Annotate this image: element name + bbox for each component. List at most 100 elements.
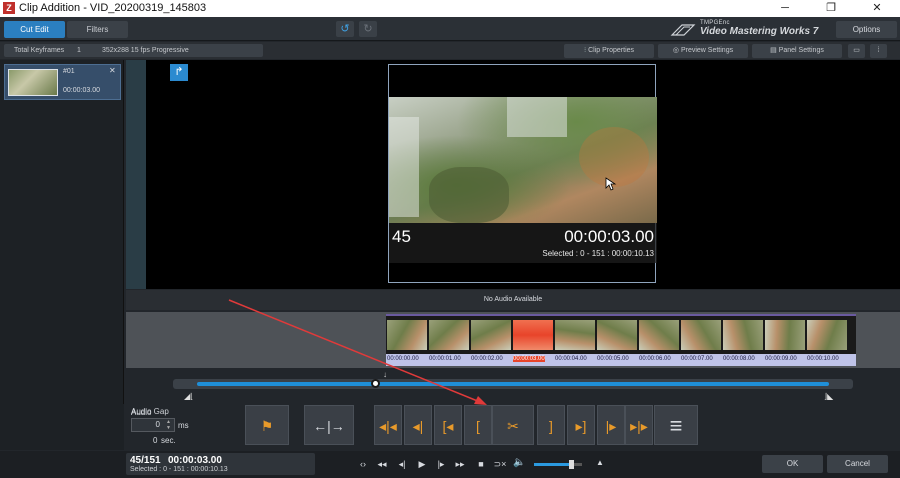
bottom-bar: 45/151 00:00:03.00 Selected : 0 - 151 : … — [0, 451, 900, 478]
split-button[interactable]: ←|→ — [304, 405, 354, 445]
filmstrip[interactable] — [386, 314, 856, 354]
go-start-button[interactable]: [◂ — [434, 405, 462, 445]
selection-range — [197, 382, 829, 386]
viewer-selected-range: Selected : 0 - 151 : 00:00:10.13 — [542, 249, 654, 258]
undo-icon: ↺ — [340, 23, 350, 35]
filmstrip-frame[interactable] — [471, 320, 511, 350]
video-image — [389, 97, 657, 223]
go-end-button[interactable]: ▸] — [567, 405, 595, 445]
minimize-button[interactable]: ─ — [762, 0, 808, 17]
filmstrip-frame[interactable] — [807, 320, 847, 350]
timeline-timecode: 00:00:08.00 — [723, 356, 755, 362]
filmstrip-frame[interactable] — [681, 320, 721, 350]
timeline-timecode: 00:00:07.00 — [681, 356, 713, 362]
tab-cut-edit[interactable]: Cut Edit — [4, 21, 65, 38]
rewind-button[interactable]: ◂◂ — [374, 458, 390, 471]
preview-icon: ◎ — [672, 47, 681, 54]
top-toolbar: Cut Edit Filters ↺ ↻ TMPGEnc Video Maste… — [0, 17, 900, 41]
keyframes-value: 1 — [77, 47, 81, 54]
edit-controls: ⚑ ←|→ ◂|◂ ◂| [◂[✂] ▸] |▸ ▸|▸ ≡ — [126, 404, 900, 450]
range-end-handle[interactable]: ⌋◣ — [824, 392, 833, 401]
playhead-indicator-icon: ↓ — [383, 370, 387, 379]
volume-slider[interactable] — [534, 460, 582, 469]
clip-properties-label: Clip Properties — [588, 47, 635, 54]
menu-button[interactable]: ≡ — [654, 405, 698, 445]
loop-button[interactable]: ‹› — [355, 458, 371, 471]
volume-up-icon[interactable]: ▲ — [596, 458, 604, 467]
clip-item[interactable]: #01 00:00:03.00 ✕ — [4, 64, 121, 100]
timeline-timecode: 00:00:03.00 — [513, 356, 545, 362]
timeline-timecode: 00:00:10.00 — [807, 356, 839, 362]
preview-settings-button[interactable]: ◎ Preview Settings — [658, 44, 748, 58]
next-cut-button[interactable]: ▸|▸ — [625, 405, 653, 445]
close-button[interactable]: ✕ — [854, 0, 900, 17]
repeat-button[interactable]: ⊃× — [492, 458, 508, 471]
prev-cut-button[interactable]: ◂|◂ — [374, 405, 402, 445]
filmstrip-frame[interactable] — [555, 320, 595, 350]
video-format: 352x288 15 fps Progressive — [102, 47, 189, 54]
range-start-handle[interactable]: ◢⌊ — [184, 392, 193, 401]
set-start-button[interactable]: [ — [464, 405, 492, 445]
marker-flag-icon[interactable]: ↱ — [170, 64, 188, 81]
next-frame-button[interactable]: |▸ — [597, 405, 625, 445]
filmstrip-frame[interactable] — [513, 320, 553, 350]
ok-button[interactable]: OK — [762, 455, 823, 473]
volume-icon[interactable]: 🔈 — [513, 457, 525, 468]
scrub-handle[interactable] — [371, 379, 381, 388]
chapter-flag-button[interactable]: ⚑ — [245, 405, 289, 445]
set-end-button[interactable]: ] — [537, 405, 565, 445]
step-forward-button[interactable]: |▸ — [433, 458, 449, 471]
audio-gap-panel: Audio Gap — [0, 404, 151, 450]
preview-settings-label: Preview Settings — [680, 47, 734, 54]
mouse-cursor-icon — [605, 177, 617, 191]
play-button[interactable]: ▶ — [414, 458, 430, 471]
timeline-timecode: 00:00:01.00 — [429, 356, 461, 362]
tab-filters[interactable]: Filters — [67, 21, 128, 38]
maximize-button[interactable]: ❐ — [808, 0, 854, 17]
timeline-timecode: 00:00:04.00 — [555, 356, 587, 362]
fast-forward-button[interactable]: ▸▸ — [452, 458, 468, 471]
more-button[interactable]: ⁞ — [870, 44, 887, 58]
window-title: Clip Addition - VID_20200319_145803 — [19, 2, 207, 14]
panel-settings-button[interactable]: ▤ Panel Settings — [752, 44, 842, 58]
redo-button[interactable]: ↻ — [359, 21, 377, 37]
clip-properties-button[interactable]: ⁝ Clip Properties — [564, 44, 654, 58]
scrub-area: ↓ ◢⌊ ⌋◣ — [126, 370, 900, 403]
clip-duration: 00:00:03.00 — [63, 87, 100, 94]
clip-thumbnail — [8, 69, 58, 96]
stop-button[interactable]: ■ — [473, 458, 489, 471]
filmstrip-frame[interactable] — [429, 320, 469, 350]
filmstrip-frame[interactable] — [597, 320, 637, 350]
audio-status-bar: No Audio Available — [126, 290, 900, 310]
options-button[interactable]: Options — [836, 21, 897, 38]
scrub-track[interactable] — [173, 379, 853, 389]
timeline-timecode: 00:00:05.00 — [597, 356, 629, 362]
prev-frame-button[interactable]: ◂| — [404, 405, 432, 445]
timeline-timecode: 00:00:06.00 — [639, 356, 671, 362]
info-bar: Total Keyframes 1 352x288 15 fps Progres… — [0, 42, 900, 59]
window-icon: ▭ — [853, 47, 860, 54]
brand-mark-icon — [670, 24, 696, 36]
clip-info: Total Keyframes 1 352x288 15 fps Progres… — [4, 44, 263, 57]
cut-button[interactable]: ✂ — [492, 405, 534, 445]
step-back-button[interactable]: ◂| — [394, 458, 410, 471]
filmstrip-frame[interactable] — [387, 320, 427, 350]
preview-window-button[interactable]: ▭ — [848, 44, 865, 58]
timeline-timecodes: 00:00:00.00 00:00:01.00 00:00:02.00 00:00:0… — [386, 354, 856, 366]
timeline-timecode: 00:00:00.00 — [387, 356, 419, 362]
filmstrip-frame[interactable] — [639, 320, 679, 350]
filmstrip-frame[interactable] — [765, 320, 805, 350]
timeline-timecode: 00:00:09.00 — [765, 356, 797, 362]
cancel-button[interactable]: Cancel — [827, 455, 888, 473]
clip-name: #01 — [63, 68, 75, 75]
preview-viewer: ↱ 45 00:00:03.00 Selected : 0 - 151 : 00… — [126, 60, 900, 289]
viewer-side-strip — [126, 60, 146, 289]
filmstrip-frame[interactable] — [723, 320, 763, 350]
timeline-timecode: 00:00:02.00 — [471, 356, 503, 362]
timeline[interactable]: 00:00:00.00 00:00:01.00 00:00:02.00 00:00:0… — [126, 312, 900, 368]
undo-button[interactable]: ↺ — [336, 21, 354, 37]
clip-close-icon[interactable]: ✕ — [109, 66, 116, 75]
brand-logo: TMPGEnc Video Mastering Works 7 — [670, 20, 830, 38]
video-frame: 45 00:00:03.00 Selected : 0 - 151 : 00:0… — [388, 64, 657, 283]
brand-large: Video Mastering Works 7 — [700, 26, 819, 37]
